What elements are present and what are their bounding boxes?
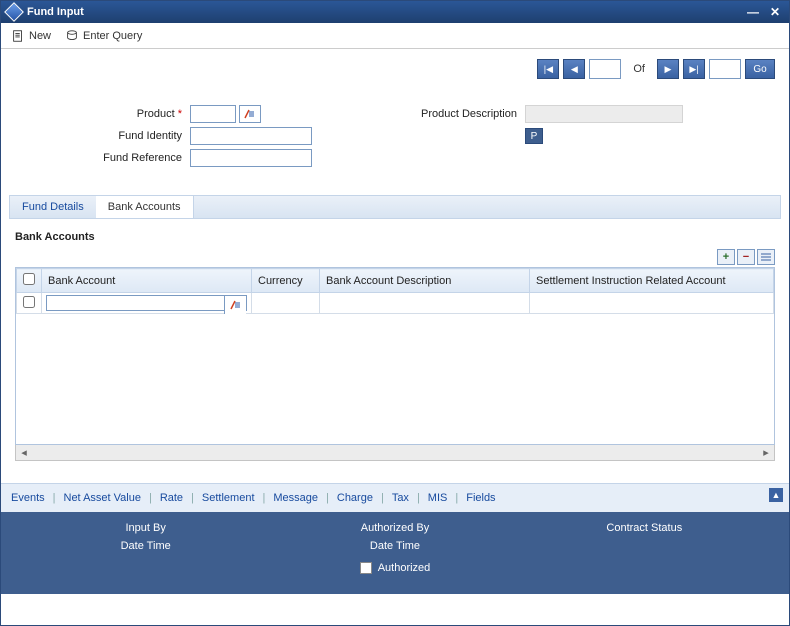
bank-account-cell bbox=[46, 295, 247, 311]
row-select-checkbox[interactable] bbox=[23, 296, 35, 308]
link-tax[interactable]: Tax bbox=[392, 492, 409, 504]
bank-account-input[interactable] bbox=[47, 296, 224, 310]
app-icon bbox=[4, 2, 24, 22]
col-select-all bbox=[17, 269, 42, 293]
table-row bbox=[17, 293, 774, 314]
close-button[interactable]: ✕ bbox=[767, 5, 783, 19]
col-bank-account-desc: Bank Account Description bbox=[320, 269, 530, 293]
select-all-checkbox[interactable] bbox=[23, 273, 35, 285]
col-bank-account: Bank Account bbox=[42, 269, 252, 293]
link-settlement[interactable]: Settlement bbox=[202, 492, 255, 504]
product-lov-button[interactable] bbox=[239, 105, 261, 123]
link-message[interactable]: Message bbox=[273, 492, 318, 504]
enter-query-button[interactable]: Enter Query bbox=[65, 29, 142, 43]
add-row-button[interactable]: + bbox=[717, 249, 735, 265]
table-h-scrollbar[interactable]: ◂ ▸ bbox=[15, 445, 775, 461]
bottom-links-bar: Events|Net Asset Value|Rate|Settlement|M… bbox=[1, 483, 789, 512]
form-area: Product * Product Description Fund Ident… bbox=[1, 85, 789, 181]
minimize-button[interactable]: — bbox=[745, 5, 761, 19]
authorized-by-label: Authorized By bbox=[270, 522, 519, 534]
fund-reference-label: Fund Reference bbox=[15, 152, 190, 164]
tab-bar: Fund Details Bank Accounts bbox=[9, 195, 781, 219]
details-button[interactable] bbox=[757, 249, 775, 265]
lov-icon bbox=[230, 300, 242, 310]
nav-next-button[interactable]: ▶ bbox=[657, 59, 679, 79]
bank-accounts-header: Bank Accounts bbox=[1, 219, 789, 249]
nav-total-input[interactable] bbox=[709, 59, 741, 79]
link-charge[interactable]: Charge bbox=[337, 492, 373, 504]
input-by-label: Input By bbox=[21, 522, 270, 534]
collapse-up-button[interactable]: ▲ bbox=[769, 488, 783, 502]
tab-bank-accounts[interactable]: Bank Accounts bbox=[96, 196, 194, 218]
enter-query-icon bbox=[65, 29, 79, 43]
nav-last-button[interactable]: ▶| bbox=[683, 59, 705, 79]
nav-prev-button[interactable]: ◀ bbox=[563, 59, 585, 79]
nav-first-button[interactable]: |◀ bbox=[537, 59, 559, 79]
new-button[interactable]: New bbox=[11, 29, 51, 43]
toolbar: New Enter Query bbox=[1, 23, 789, 49]
authorized-check-row: Authorized bbox=[21, 562, 769, 574]
scroll-right-icon[interactable]: ▸ bbox=[758, 446, 774, 460]
authorized-checkbox[interactable] bbox=[360, 562, 372, 574]
enter-query-label: Enter Query bbox=[83, 30, 142, 42]
link-events[interactable]: Events bbox=[11, 492, 45, 504]
audit-bar: Input By Authorized By Contract Status D… bbox=[1, 512, 789, 594]
fund-reference-input[interactable] bbox=[190, 149, 312, 167]
fund-identity-input[interactable] bbox=[190, 127, 312, 145]
currency-cell[interactable] bbox=[252, 293, 320, 314]
scroll-left-icon[interactable]: ◂ bbox=[16, 446, 32, 460]
new-icon bbox=[11, 29, 25, 43]
p-button[interactable]: P bbox=[525, 128, 543, 144]
new-label: New bbox=[29, 30, 51, 42]
grid-icon bbox=[761, 252, 771, 262]
tab-fund-details[interactable]: Fund Details bbox=[10, 196, 96, 218]
authorized-label: Authorized bbox=[378, 562, 431, 574]
settlement-cell[interactable] bbox=[530, 293, 774, 314]
bank-account-lov-button[interactable] bbox=[224, 296, 246, 314]
title-bar: Fund Input — ✕ bbox=[1, 1, 789, 23]
nav-of-label: Of bbox=[633, 63, 645, 75]
link-rate[interactable]: Rate bbox=[160, 492, 183, 504]
col-settlement: Settlement Instruction Related Account bbox=[530, 269, 774, 293]
auth-datetime-label: Date Time bbox=[270, 540, 519, 552]
col-currency: Currency bbox=[252, 269, 320, 293]
product-desc-label: Product Description bbox=[395, 108, 525, 120]
bank-account-desc-cell[interactable] bbox=[320, 293, 530, 314]
input-datetime-label: Date Time bbox=[21, 540, 270, 552]
lov-icon bbox=[244, 109, 256, 119]
bank-accounts-table: Bank Account Currency Bank Account Descr… bbox=[16, 268, 774, 314]
link-fields[interactable]: Fields bbox=[466, 492, 495, 504]
fund-identity-label: Fund Identity bbox=[15, 130, 190, 142]
window-title: Fund Input bbox=[27, 6, 84, 18]
contract-status-label: Contract Status bbox=[520, 522, 769, 534]
table-tools: + − bbox=[1, 249, 789, 267]
nav-go-button[interactable]: Go bbox=[745, 59, 775, 79]
record-nav: |◀ ◀ Of ▶ ▶| Go bbox=[1, 49, 789, 85]
product-input[interactable] bbox=[190, 105, 236, 123]
product-label: Product * bbox=[15, 108, 190, 120]
product-desc-display bbox=[525, 105, 683, 123]
link-mis[interactable]: MIS bbox=[428, 492, 448, 504]
nav-current-input[interactable] bbox=[589, 59, 621, 79]
bank-accounts-table-wrap: Bank Account Currency Bank Account Descr… bbox=[15, 267, 775, 445]
link-net-asset-value[interactable]: Net Asset Value bbox=[64, 492, 141, 504]
remove-row-button[interactable]: − bbox=[737, 249, 755, 265]
